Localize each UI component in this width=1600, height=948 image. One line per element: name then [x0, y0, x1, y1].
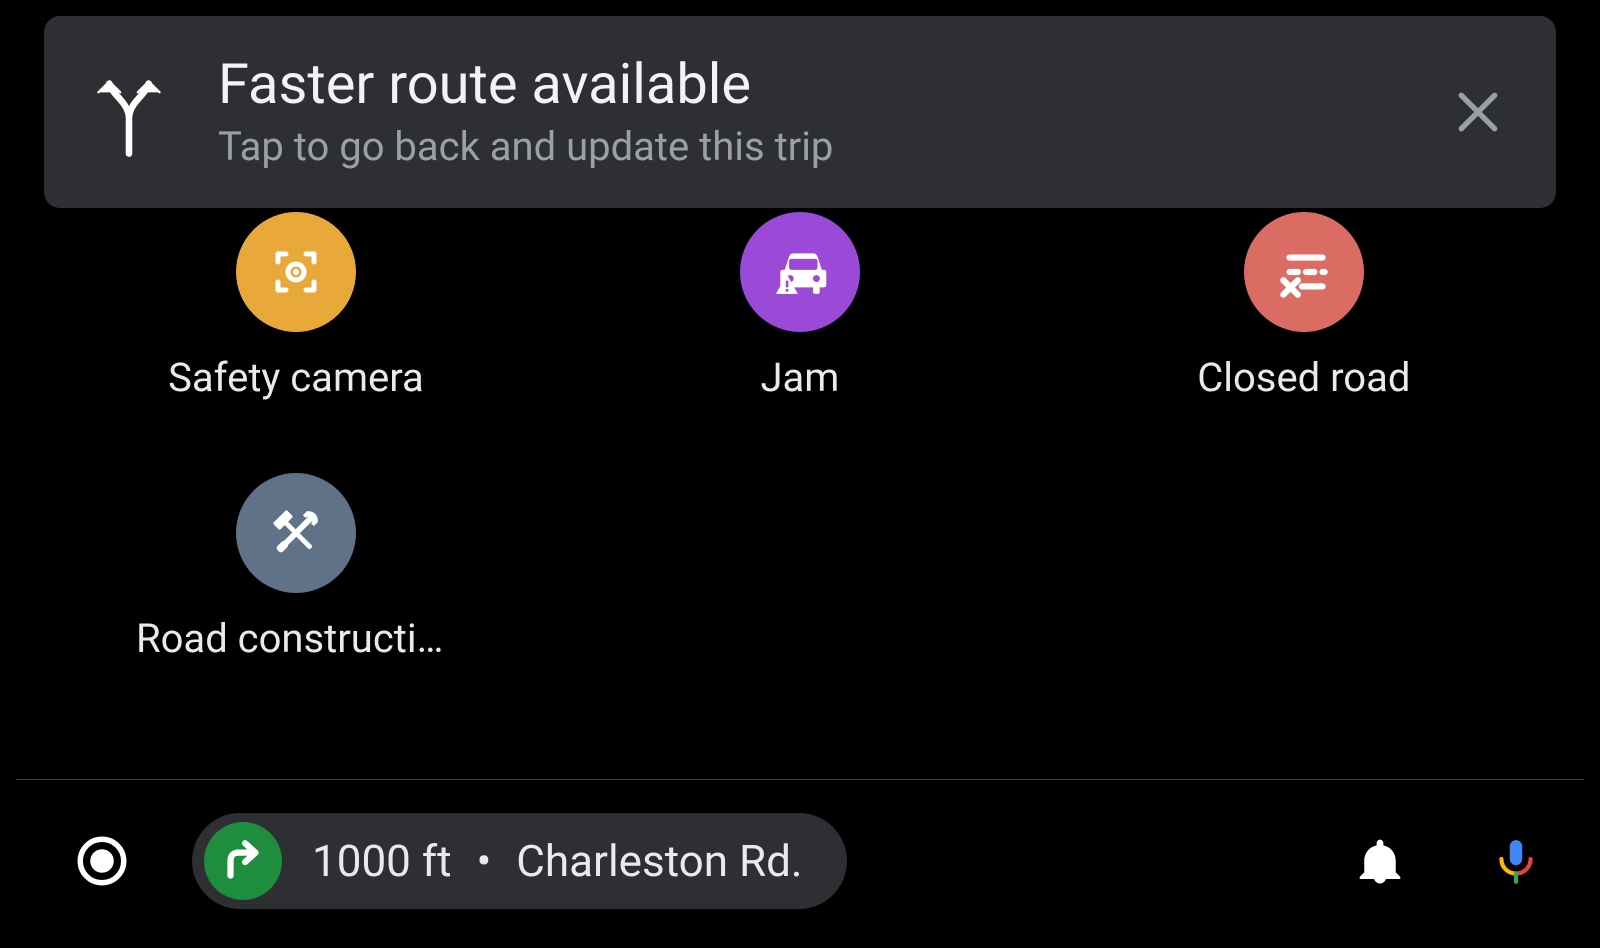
safety-camera-icon [236, 212, 356, 332]
report-label: Jam [760, 354, 839, 401]
report-grid: Safety camera Jam [44, 200, 1556, 722]
nav-distance: 1000 ft [312, 835, 452, 887]
report-label: Closed road [1197, 354, 1410, 401]
report-label: Road construction [136, 615, 456, 662]
banner-title: Faster route available [218, 54, 1448, 116]
navigation-step-text: 1000 ft • Charleston Rd. [312, 835, 803, 887]
banner-subtitle: Tap to go back and update this trip [218, 123, 1448, 170]
banner-text: Faster route available Tap to go back an… [218, 54, 1448, 171]
bottom-bar: 1000 ft • Charleston Rd. [44, 806, 1556, 916]
report-item-closed-road[interactable]: Closed road [1052, 200, 1556, 461]
nav-separator: • [476, 835, 491, 887]
navigation-step-pill[interactable]: 1000 ft • Charleston Rd. [192, 813, 847, 909]
recenter-button[interactable] [68, 827, 136, 895]
report-item-safety-camera[interactable]: Safety camera [44, 200, 548, 461]
turn-right-icon [204, 822, 282, 900]
report-label: Safety camera [168, 354, 424, 401]
notifications-icon[interactable] [1340, 834, 1420, 888]
nav-road: Charleston Rd. [516, 835, 802, 887]
report-item-road-construction[interactable]: Road construction [44, 461, 548, 722]
closed-road-icon [1244, 212, 1364, 332]
faster-route-banner[interactable]: Faster route available Tap to go back an… [44, 16, 1556, 208]
divider [16, 779, 1584, 780]
route-split-icon [84, 57, 174, 167]
app-root: Faster route available Tap to go back an… [0, 0, 1600, 948]
construction-icon [236, 473, 356, 593]
close-icon[interactable] [1448, 82, 1508, 142]
report-item-jam[interactable]: Jam [548, 200, 1052, 461]
microphone-icon[interactable] [1476, 833, 1556, 889]
jam-icon [740, 212, 860, 332]
